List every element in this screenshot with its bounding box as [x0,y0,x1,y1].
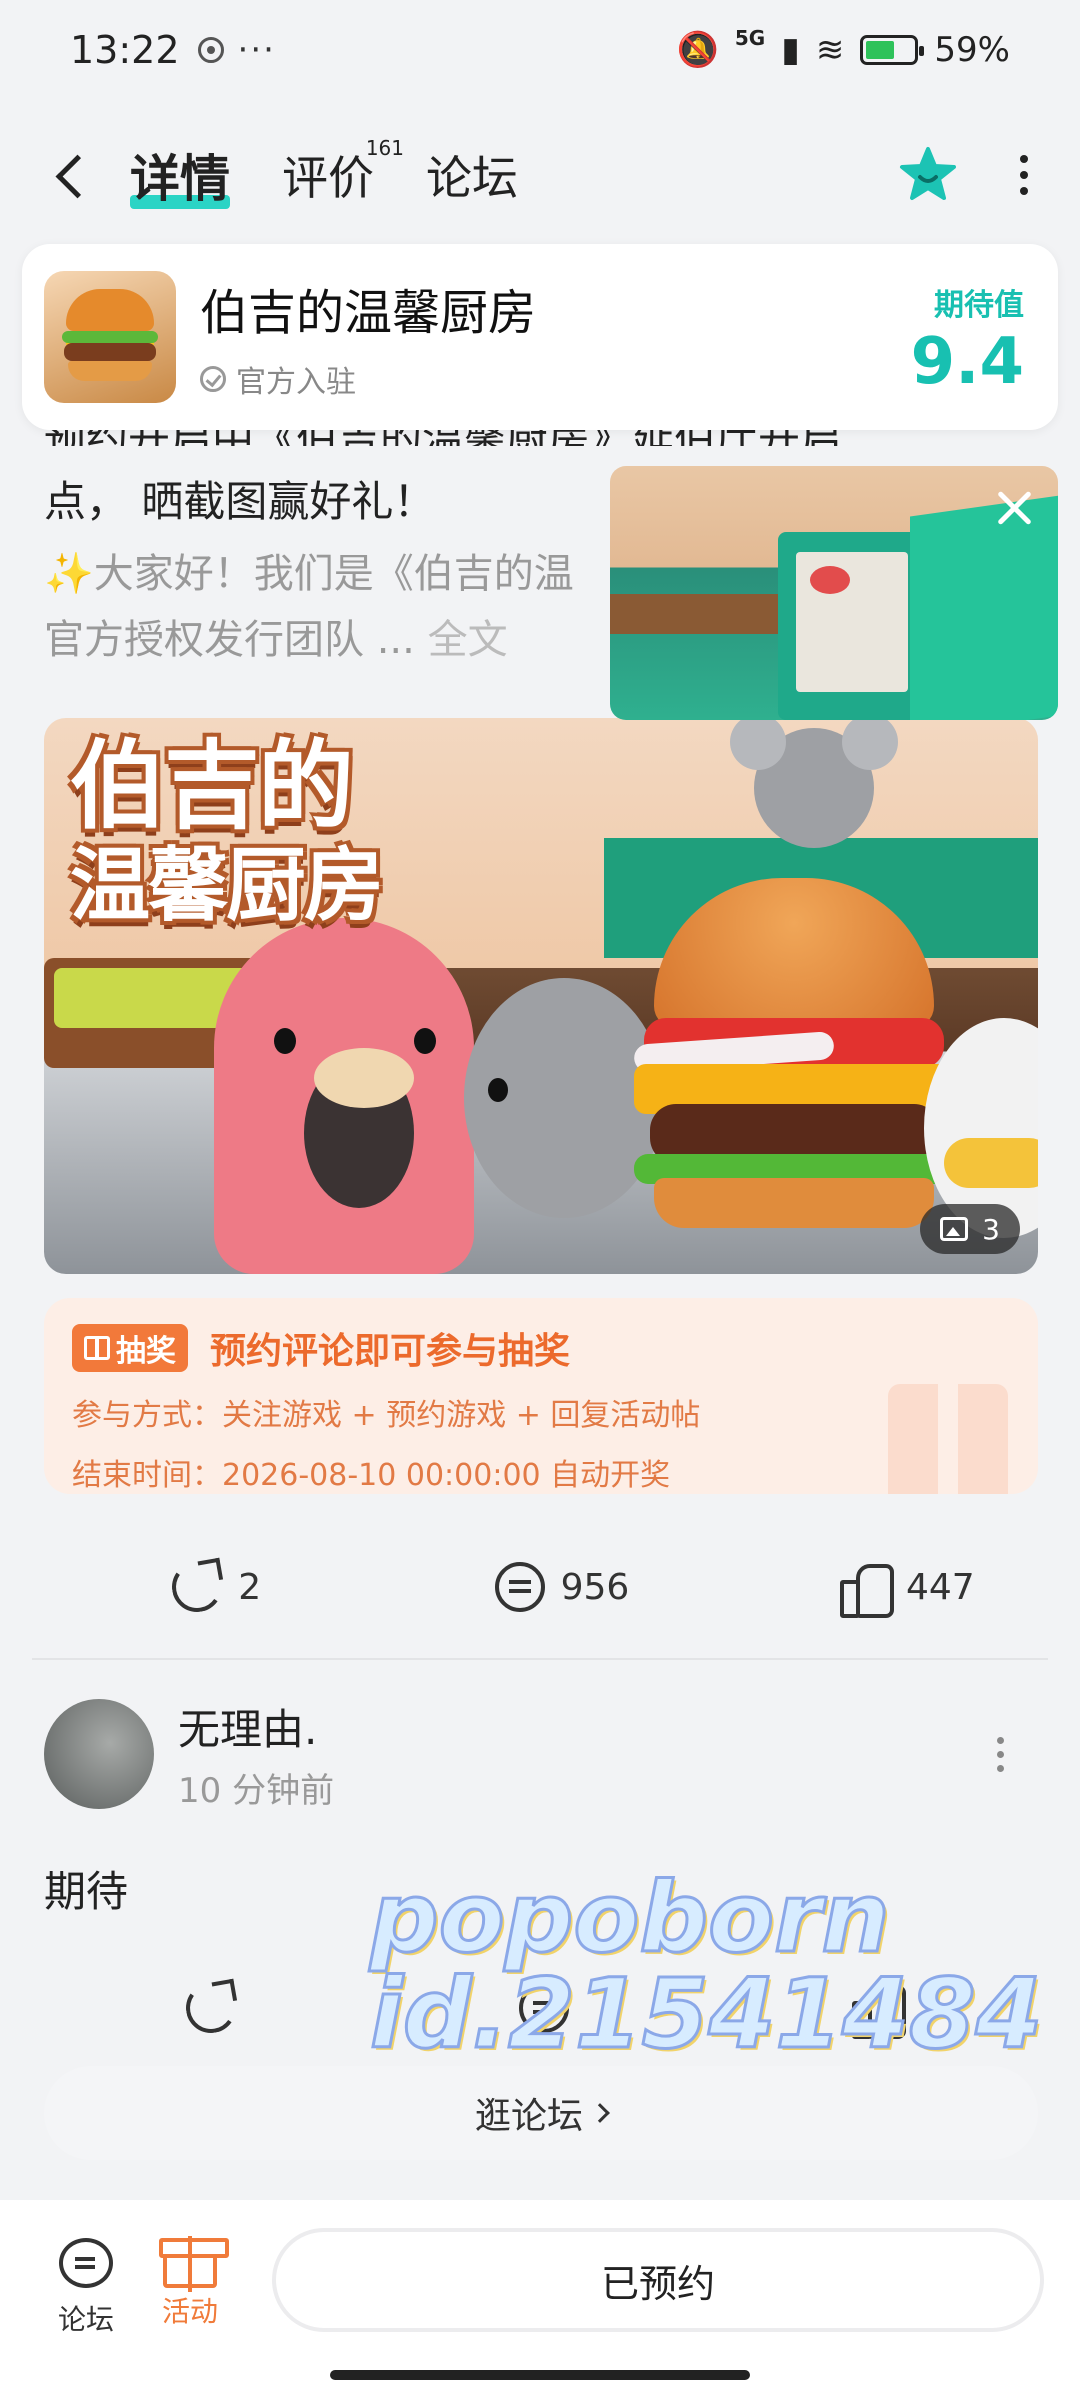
wifi-icon: ≋ [815,30,845,70]
forum-icon [59,2238,113,2288]
lottery-card[interactable]: 抽奖 预约评论即可参与抽奖 参与方式：关注游戏 + 预约游戏 + 回复活动帖 结… [44,1298,1038,1494]
lottery-title: 预约评论即可参与抽奖 [210,1331,571,1372]
gift-icon [84,1336,110,1360]
nav-actions [898,145,1028,205]
share-icon [168,1558,227,1616]
watermark-line1: popoborn [368,1862,891,1974]
bottom-tab-activity-label: 活动 [161,2295,218,2328]
status-more: ··· [237,30,276,70]
chevron-right-icon [590,2103,610,2123]
avatar[interactable] [44,1699,154,1809]
like-count: 447 [905,1566,975,1608]
tab-forum-label: 论坛 [426,151,518,205]
network-type: 5G [734,26,766,50]
game-title: 伯吉的温馨厨房 [200,285,537,341]
like-button[interactable]: 447 [735,1542,1080,1632]
signal-icon: ▮ [781,30,800,70]
comment-username[interactable]: 无理由. [178,1696,334,1757]
flamingo-character [214,918,474,1274]
floating-video-player[interactable] [610,466,1058,720]
gift-watermark-icon [888,1384,1008,1494]
comment-icon [494,1562,545,1612]
reserved-label: 已预约 [600,2261,715,2306]
bottom-tab-forum[interactable]: 论坛 [36,2238,136,2338]
home-indicator[interactable] [330,2370,750,2380]
image-icon [940,1217,969,1241]
watermark-line2: id.21541484 [368,1958,1043,2070]
expectation-value: 9.4 [910,325,1024,399]
expectation-score: 期待值 9.4 [911,280,1024,394]
tab-forum[interactable]: 论坛 [426,142,518,208]
tab-reviews[interactable]: 评价 161 [282,136,404,208]
game-info: 伯吉的温馨厨房 官方入驻 [200,273,536,401]
comment-share-icon[interactable] [181,1979,240,2037]
image-count-badge[interactable]: 3 [920,1204,1020,1254]
status-bar: 13:22 ··· 🔕 5G ▮ ≋ 59% [0,0,1080,100]
mute-icon: 🔕 [676,30,719,70]
status-time: 13:22 [70,28,180,72]
official-label: 官方入驻 [236,365,356,400]
game-icon [44,271,176,403]
game-logo: 伯吉的 温馨厨房 [70,730,384,934]
watermark: popoborn id.21541484 [368,1862,1043,2070]
expectation-label: 期待值 [934,288,1024,323]
browse-forum-label: 逛论坛 [474,2096,583,2137]
battery-level: 59% [934,30,1010,70]
follow-star-icon[interactable] [898,145,958,205]
status-right: 🔕 5G ▮ ≋ 59% [676,26,1010,70]
comment-more-icon[interactable] [997,1736,1004,1772]
read-more-link[interactable]: 全文 [428,617,508,663]
lottery-method: 参与方式：关注游戏 + 预约游戏 + 回复活动帖 [72,1398,701,1433]
tab-details-label: 详情 [130,150,230,208]
tab-details[interactable]: 详情 [130,139,230,211]
post-image[interactable]: 伯吉的 温馨厨房 3 [44,718,1038,1274]
game-logo-line1: 伯吉的 [70,730,354,842]
battery-icon [860,35,925,65]
image-count: 3 [982,1212,1000,1246]
reviews-count: 161 [365,136,404,160]
tab-reviews-label: 评价 [282,151,374,205]
game-logo-line2: 温馨厨房 [70,839,384,932]
bottom-tab-activity[interactable]: 活动 [140,2236,240,2330]
game-header-card[interactable]: 伯吉的温馨厨房 官方入驻 期待值 9.4 [22,244,1058,430]
top-nav: 详情 评价 161 论坛 [0,110,1080,240]
notification-icon [197,37,224,63]
reserved-button[interactable]: 已预约 [272,2228,1044,2332]
divider [32,1658,1048,1660]
thumbs-up-icon [839,1562,894,1618]
back-icon[interactable] [52,155,92,195]
bottom-tab-forum-label: 论坛 [57,2303,114,2336]
burger-illustration [633,878,954,1238]
official-badge: 官方入驻 [200,357,536,401]
share-count: 2 [238,1566,262,1608]
share-button[interactable]: 2 [44,1542,389,1632]
lottery-badge: 抽奖 [72,1324,188,1372]
comment-count: 956 [560,1566,630,1608]
post-body-line1: ✨大家好！我们是《伯吉的温 [44,551,574,597]
post-actions: 2 956 447 [0,1542,1080,1632]
browse-forum-button[interactable]: 逛论坛 [44,2066,1038,2160]
more-options-icon[interactable] [1020,155,1028,195]
post-body-line2: 官方授权发行团队 ... [44,617,428,663]
verified-icon [200,366,226,392]
lottery-end-time: 结束时间：2026-08-10 00:00:00 自动开奖 [72,1458,671,1493]
post-body: ✨大家好！我们是《伯吉的温 官方授权发行团队 ... 全文 [44,541,604,673]
bottom-bar: 论坛 活动 已预约 [0,2200,1080,2400]
comment-time: 10 分钟前 [178,1771,335,1811]
gift-icon [159,2236,229,2292]
lottery-badge-label: 抽奖 [116,1334,176,1369]
close-icon[interactable] [994,488,1034,528]
comment-button[interactable]: 956 [389,1542,734,1632]
